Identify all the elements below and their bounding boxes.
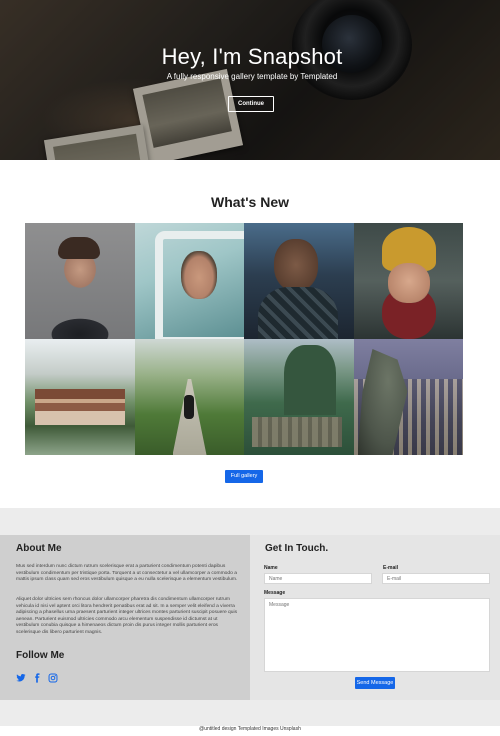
twitter-icon[interactable] <box>16 670 26 682</box>
about-paragraph-2: Aliquet dolor ultricies sem rhoncus dolo… <box>16 597 238 635</box>
facebook-icon[interactable] <box>32 670 42 683</box>
follow-title: Follow Me <box>16 650 65 661</box>
message-field[interactable] <box>264 598 490 672</box>
continue-button[interactable]: Continue <box>228 96 274 112</box>
send-message-button[interactable]: Send Message <box>355 677 395 689</box>
about-paragraph-1: Mus sed interdum nunc dictum rutrum scel… <box>16 564 238 583</box>
message-label: Message <box>264 590 286 596</box>
instagram-icon[interactable] <box>48 670 58 683</box>
gallery-photo-woman-in-van[interactable] <box>134 223 244 339</box>
hero-subtitle: A fully responsive gallery template by T… <box>166 72 338 81</box>
hero-title: Hey, I'm Snapshot <box>161 44 343 69</box>
gallery-photo-woman-beanie[interactable] <box>353 223 463 339</box>
gallery-photo-man-portrait[interactable] <box>25 223 135 339</box>
social-links <box>16 670 58 683</box>
footer-top-band <box>0 508 500 535</box>
name-label: Name <box>264 565 278 571</box>
section-title-whats-new: What's New <box>210 194 289 210</box>
gallery-photo-gargoyle-city[interactable] <box>353 339 463 455</box>
footer-bottom-band <box>0 700 500 726</box>
gallery-photo-man-sunglasses[interactable] <box>244 223 354 339</box>
email-field[interactable] <box>382 573 490 584</box>
gallery-photo-mountain-ruins[interactable] <box>244 339 354 455</box>
about-title: About Me <box>16 543 62 554</box>
email-label: E-mail <box>383 565 399 571</box>
full-gallery-button[interactable]: Full gallery <box>225 470 263 483</box>
gallery-grid <box>25 223 463 455</box>
contact-title: Get In Touch. <box>265 543 329 554</box>
gallery-photo-lantern-path[interactable] <box>134 339 244 455</box>
copyright-text: @untitled design Templated Images Unspla… <box>199 726 301 732</box>
name-field[interactable] <box>264 573 372 584</box>
gallery-photo-pagoda[interactable] <box>25 339 135 455</box>
